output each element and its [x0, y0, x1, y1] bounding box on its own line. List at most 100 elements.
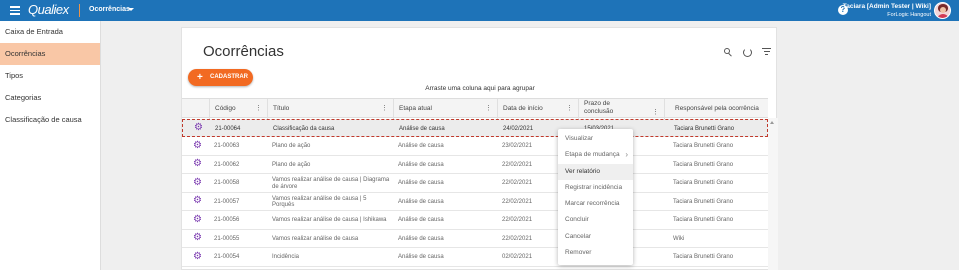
- cell-title: Plano de ação: [272, 161, 311, 168]
- search-icon[interactable]: [724, 48, 733, 57]
- chevron-right-icon: ›: [625, 150, 628, 160]
- menu-item-remover[interactable]: Remover: [558, 245, 633, 261]
- column-header-label: Etapa atual: [399, 105, 432, 112]
- cell-stage: Análise de causa: [398, 143, 444, 150]
- user-name: Taciara [Admin Tester | Wiki]: [842, 3, 931, 10]
- gear-icon[interactable]: ⚙: [193, 196, 202, 206]
- table-row[interactable]: ⚙ 21-00057 Vamos realizar análise de causa…: [182, 193, 768, 211]
- header-action-column: [182, 99, 209, 119]
- company-name: ForLogic Hangout: [887, 12, 931, 18]
- add-button[interactable]: + CADASTRAR: [188, 69, 253, 86]
- module-selector[interactable]: Ocorrências: [89, 6, 130, 13]
- menu-item-visualizar[interactable]: Visualizar: [558, 131, 633, 147]
- menu-item-label: Concluir: [565, 216, 589, 224]
- cell-owner: Wiki: [673, 235, 685, 242]
- cell-owner: Taciara Brunetti Grano: [673, 161, 734, 168]
- chevron-down-icon[interactable]: [128, 8, 134, 11]
- cell-code: 21-00064: [215, 125, 241, 132]
- column-header-titulo[interactable]: Título ⋮: [267, 99, 393, 119]
- menu-item-label: Etapa de mudança: [565, 151, 620, 159]
- menu-icon[interactable]: [10, 6, 20, 15]
- sidebar-item-caixa-de-entrada[interactable]: Caixa de Entrada: [0, 21, 100, 43]
- cell-title: Vamos realizar análise de causa | Ishika…: [272, 217, 387, 224]
- cell-code: 21-00057: [214, 198, 240, 205]
- menu-item-label: Ver relatório: [565, 167, 601, 175]
- refresh-icon[interactable]: [743, 48, 752, 57]
- context-menu: Visualizar Etapa de mudança › Ver relatór…: [558, 129, 633, 265]
- cell-stage: Análise de causa: [398, 161, 444, 168]
- table-row[interactable]: ⚙ 21-00063 Plano de ação Análise de causa 23…: [182, 138, 768, 156]
- scroll-up-icon[interactable]: [770, 121, 774, 124]
- column-header-responsavel[interactable]: Responsável pela ocorrência: [664, 99, 768, 119]
- menu-item-label: Cancelar: [565, 232, 592, 240]
- menu-item-concluir[interactable]: Concluir: [558, 212, 633, 228]
- cell-owner: Taciara Brunetti Grano: [673, 143, 734, 150]
- sidebar-item-tipos[interactable]: Tipos: [0, 65, 100, 87]
- menu-item-label: Visualizar: [565, 135, 594, 142]
- cell-title: Vamos realizar análise de causa: [272, 235, 359, 242]
- column-menu-icon[interactable]: ⋮: [255, 104, 262, 112]
- group-drop-area[interactable]: Arraste uma coluna aqui para agrupar: [182, 85, 778, 92]
- cell-stage: Análise de causa: [398, 235, 444, 242]
- cell-owner: Taciara Brunetti Grano: [673, 180, 734, 187]
- column-menu-icon[interactable]: ⋮: [485, 104, 492, 112]
- cell-stage: Análise de causa: [398, 180, 444, 187]
- column-menu-icon[interactable]: ⋮: [652, 108, 659, 116]
- menu-item-label: Registrar incidência: [565, 183, 623, 191]
- cell-stage: Análise de causa: [398, 198, 444, 205]
- column-menu-icon[interactable]: ⋮: [566, 104, 573, 112]
- cell-title: Vamos realizar análise de causa | 5 Porq…: [272, 195, 367, 209]
- cell-owner: Taciara Brunetti Grano: [673, 217, 734, 224]
- cell-owner: Taciara Brunetti Grano: [673, 254, 734, 261]
- table-row[interactable]: ⚙ 21-00064 Classificação da causa Análise d…: [182, 119, 768, 137]
- cell-stage: Análise de causa: [398, 254, 444, 261]
- app-logo[interactable]: Qualiex: [28, 2, 69, 17]
- user-info[interactable]: Taciara [Admin Tester | Wiki] ForLogic H…: [843, 3, 931, 19]
- gear-icon[interactable]: ⚙: [193, 251, 202, 262]
- menu-item-cancelar[interactable]: Cancelar: [558, 229, 633, 245]
- column-header-label: Responsável pela ocorrência: [675, 105, 759, 112]
- sidebar-item-categorias[interactable]: Categorias: [0, 87, 100, 109]
- cell-code: 21-00058: [214, 180, 240, 187]
- column-header-data-de-inicio[interactable]: Data de início ⋮: [497, 99, 578, 119]
- gear-icon[interactable]: ⚙: [193, 140, 202, 151]
- avatar[interactable]: [934, 2, 951, 19]
- cell-code: 21-00054: [214, 254, 240, 261]
- add-button-label: CADASTRAR: [210, 74, 248, 80]
- table-row[interactable]: ⚙ 21-00056 Vamos realizar análise de causa…: [182, 212, 768, 230]
- plus-icon: +: [197, 72, 203, 83]
- sidebar-item-ocorrencias[interactable]: Ocorrências: [0, 43, 100, 65]
- table-row[interactable]: ⚙ 21-00055 Vamos realizar análise de causa…: [182, 230, 768, 248]
- cell-code: 21-00055: [214, 235, 240, 242]
- cell-owner: Taciara Brunetti Grano: [674, 125, 735, 132]
- column-header-codigo[interactable]: Código ⋮: [209, 99, 267, 119]
- logo-divider: [79, 4, 80, 17]
- column-header-prazo-de-conclusao[interactable]: Prazo de conclusão ⋮: [578, 99, 664, 119]
- gear-icon[interactable]: ⚙: [193, 214, 202, 225]
- cell-stage: Análise de causa: [399, 125, 445, 132]
- menu-item-ver-relatorio[interactable]: Ver relatório: [558, 163, 633, 180]
- vertical-scrollbar[interactable]: [768, 118, 778, 270]
- table-row[interactable]: ⚙ 21-00062 Plano de ação Análise de causa 22…: [182, 156, 768, 174]
- cell-stage: Análise de causa: [398, 217, 444, 224]
- column-header-label: Prazo de conclusão: [584, 100, 614, 115]
- column-menu-icon[interactable]: ⋮: [381, 104, 388, 112]
- column-header-label: Código: [215, 105, 236, 112]
- column-header-etapa-atual[interactable]: Etapa atual ⋮: [393, 99, 497, 119]
- menu-item-etapa-de-mudanca[interactable]: Etapa de mudança ›: [558, 147, 633, 163]
- table-row[interactable]: ⚙ 21-00058 Vamos realizar análise de causa…: [182, 175, 768, 193]
- menu-item-marcar-recorrencia[interactable]: Marcar recorrência: [558, 196, 633, 212]
- filter-icon[interactable]: [762, 48, 771, 57]
- gear-icon[interactable]: ⚙: [193, 233, 202, 243]
- cell-title: Classificação da causa: [273, 125, 335, 132]
- table-row[interactable]: ⚙ 21-00054 Incidência Análise de causa 02/02…: [182, 249, 768, 267]
- sidebar-item-classificacao-de-causa[interactable]: Classificação de causa: [0, 109, 100, 131]
- gear-icon[interactable]: ⚙: [193, 159, 202, 169]
- sidebar: Caixa de Entrada Ocorrências Tipos Categ…: [0, 21, 101, 270]
- table-header: Código ⋮ Título ⋮ Etapa atual ⋮ Data de iní…: [182, 98, 768, 119]
- column-header-label: Título: [273, 105, 290, 112]
- gear-icon[interactable]: ⚙: [194, 123, 203, 133]
- cell-title: Plano de ação: [272, 143, 311, 150]
- menu-item-registrar-incidencia[interactable]: Registrar incidência: [558, 180, 633, 196]
- gear-icon[interactable]: ⚙: [193, 177, 202, 188]
